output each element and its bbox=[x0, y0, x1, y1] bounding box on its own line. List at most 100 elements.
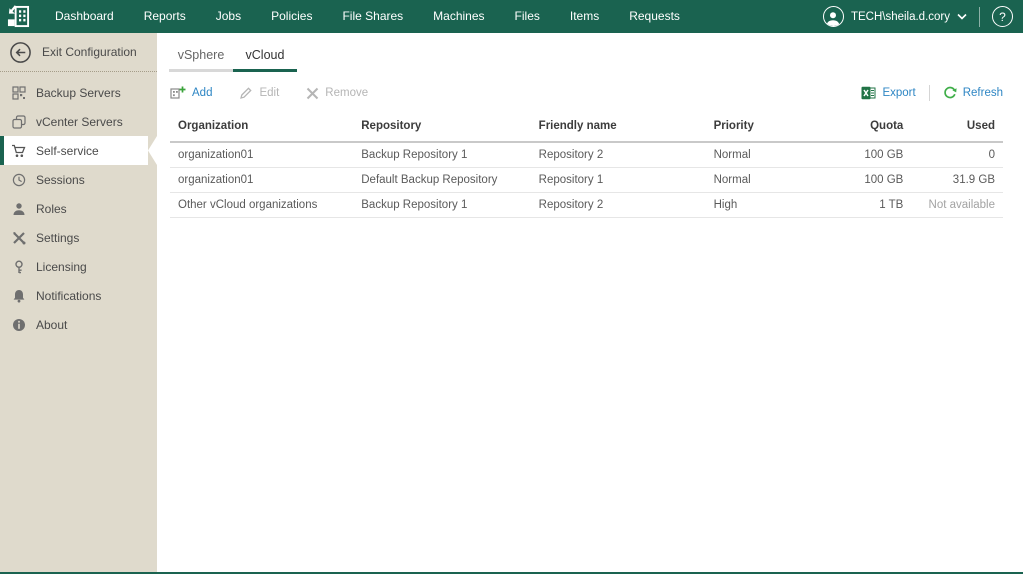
about-info-icon bbox=[11, 318, 26, 332]
cell-used: 31.9 GB bbox=[911, 167, 1003, 193]
column-header-organization[interactable]: Organization bbox=[170, 113, 354, 143]
tab-vcloud[interactable]: vCloud bbox=[233, 41, 297, 72]
sessions-clock-icon bbox=[11, 173, 26, 187]
configuration-sidebar: Exit Configuration Backup Servers vCente… bbox=[0, 33, 157, 572]
column-header-priority[interactable]: Priority bbox=[705, 113, 814, 143]
user-avatar-icon bbox=[822, 6, 844, 27]
toolbar-right-group: Export Refresh bbox=[861, 85, 1003, 101]
app-logo[interactable] bbox=[0, 0, 36, 33]
exit-configuration-label: Exit Configuration bbox=[42, 45, 137, 59]
export-button[interactable]: Export bbox=[861, 86, 916, 100]
main-menu: Dashboard Reports Jobs Policies File Sha… bbox=[40, 0, 695, 33]
nav-item-file-shares[interactable]: File Shares bbox=[327, 0, 418, 33]
cell-quota: 100 GB bbox=[813, 142, 912, 168]
sidebar-item-label: Sessions bbox=[36, 172, 85, 187]
export-label: Export bbox=[882, 87, 916, 99]
licensing-key-icon bbox=[11, 259, 26, 274]
nav-item-requests[interactable]: Requests bbox=[614, 0, 695, 33]
toolbar: Add Edit Remove Export Refresh bbox=[157, 72, 1023, 110]
user-menu[interactable]: TECH\sheila.d.cory bbox=[822, 6, 967, 27]
topbar-right-group: TECH\sheila.d.cory ? bbox=[822, 6, 1023, 27]
cell-organization: organization01 bbox=[170, 167, 354, 193]
edit-label: Edit bbox=[259, 87, 280, 99]
edit-pencil-icon bbox=[240, 87, 253, 99]
toolbar-separator bbox=[928, 85, 930, 101]
cell-friendly-name: Repository 2 bbox=[530, 192, 706, 218]
refresh-icon bbox=[943, 86, 957, 99]
help-button[interactable]: ? bbox=[992, 6, 1013, 27]
nav-item-reports[interactable]: Reports bbox=[129, 0, 201, 33]
sidebar-item-label: Self-service bbox=[36, 143, 99, 158]
cell-friendly-name: Repository 2 bbox=[530, 142, 706, 168]
refresh-label: Refresh bbox=[962, 87, 1003, 99]
top-navigation-bar: Dashboard Reports Jobs Policies File Sha… bbox=[0, 0, 1023, 33]
remove-x-icon bbox=[307, 87, 319, 99]
enterprise-manager-logo-icon bbox=[7, 5, 29, 28]
help-icon: ? bbox=[999, 9, 1006, 24]
cell-organization: Other vCloud organizations bbox=[170, 192, 354, 218]
notifications-bell-icon bbox=[11, 289, 26, 303]
sidebar-item-about[interactable]: About bbox=[0, 310, 157, 339]
cell-quota: 1 TB bbox=[813, 192, 912, 218]
table-row[interactable]: organization01 Backup Repository 1 Repos… bbox=[170, 142, 1003, 168]
sidebar-item-label: Backup Servers bbox=[36, 85, 121, 100]
cell-used: Not available bbox=[911, 192, 1003, 218]
sidebar-item-label: Licensing bbox=[36, 259, 87, 274]
main-content: vSphere vCloud Add Edit Remove Export Re… bbox=[157, 33, 1023, 572]
column-header-friendly-name[interactable]: Friendly name bbox=[530, 113, 706, 143]
cell-priority: Normal bbox=[705, 142, 814, 168]
column-header-used[interactable]: Used bbox=[911, 113, 1003, 143]
nav-item-items[interactable]: Items bbox=[555, 0, 614, 33]
sidebar-menu: Backup Servers vCenter Servers Self-serv… bbox=[0, 72, 157, 339]
username-label: TECH\sheila.d.cory bbox=[850, 10, 950, 23]
cell-repository: Backup Repository 1 bbox=[353, 142, 531, 168]
sidebar-item-settings[interactable]: Settings bbox=[0, 223, 157, 252]
table-row[interactable]: Other vCloud organizations Backup Reposi… bbox=[170, 192, 1003, 218]
roles-person-icon bbox=[11, 202, 26, 216]
remove-button[interactable]: Remove bbox=[306, 87, 368, 100]
nav-item-policies[interactable]: Policies bbox=[256, 0, 327, 33]
sidebar-item-label: Roles bbox=[36, 201, 67, 216]
settings-tools-icon bbox=[11, 231, 26, 245]
sidebar-item-notifications[interactable]: Notifications bbox=[0, 281, 157, 310]
sidebar-item-roles[interactable]: Roles bbox=[0, 194, 157, 223]
sidebar-item-label: vCenter Servers bbox=[36, 114, 123, 129]
sidebar-item-label: Settings bbox=[36, 230, 80, 245]
nav-item-jobs[interactable]: Jobs bbox=[201, 0, 256, 33]
remove-label: Remove bbox=[325, 87, 369, 99]
cell-priority: High bbox=[705, 192, 814, 218]
cell-repository: Default Backup Repository bbox=[353, 167, 531, 193]
platform-tabs: vSphere vCloud bbox=[157, 41, 1023, 72]
add-icon bbox=[170, 86, 186, 99]
sidebar-item-backup-servers[interactable]: Backup Servers bbox=[0, 78, 157, 107]
sidebar-item-self-service[interactable]: Self-service bbox=[0, 136, 157, 165]
add-button[interactable]: Add bbox=[170, 86, 212, 100]
cell-priority: Normal bbox=[705, 167, 814, 193]
nav-item-files[interactable]: Files bbox=[500, 0, 555, 33]
exit-configuration-button[interactable]: Exit Configuration bbox=[0, 33, 157, 72]
topbar-divider bbox=[979, 6, 980, 27]
sidebar-item-vcenter-servers[interactable]: vCenter Servers bbox=[0, 107, 157, 136]
table-header-row: Organization Repository Friendly name Pr… bbox=[170, 113, 1003, 143]
refresh-button[interactable]: Refresh bbox=[943, 86, 1003, 100]
sidebar-item-licensing[interactable]: Licensing bbox=[0, 252, 157, 281]
tab-vsphere[interactable]: vSphere bbox=[169, 41, 233, 72]
edit-button[interactable]: Edit bbox=[239, 86, 279, 100]
sidebar-item-label: Notifications bbox=[36, 288, 102, 303]
chevron-down-icon bbox=[957, 13, 967, 20]
table-row[interactable]: organization01 Default Backup Repository… bbox=[170, 167, 1003, 193]
cell-quota: 100 GB bbox=[813, 167, 912, 193]
nav-item-dashboard[interactable]: Dashboard bbox=[40, 0, 129, 33]
export-excel-icon bbox=[861, 86, 876, 100]
cell-organization: organization01 bbox=[170, 142, 354, 168]
column-header-repository[interactable]: Repository bbox=[353, 113, 531, 143]
column-header-quota[interactable]: Quota bbox=[813, 113, 912, 143]
cell-friendly-name: Repository 1 bbox=[530, 167, 706, 193]
quotas-table: Organization Repository Friendly name Pr… bbox=[170, 113, 1003, 218]
exit-back-arrow-icon bbox=[10, 41, 31, 63]
backup-servers-icon bbox=[11, 85, 26, 100]
sidebar-item-sessions[interactable]: Sessions bbox=[0, 165, 157, 194]
cell-repository: Backup Repository 1 bbox=[353, 192, 531, 218]
nav-item-machines[interactable]: Machines bbox=[418, 0, 499, 33]
cell-used: 0 bbox=[911, 142, 1003, 168]
